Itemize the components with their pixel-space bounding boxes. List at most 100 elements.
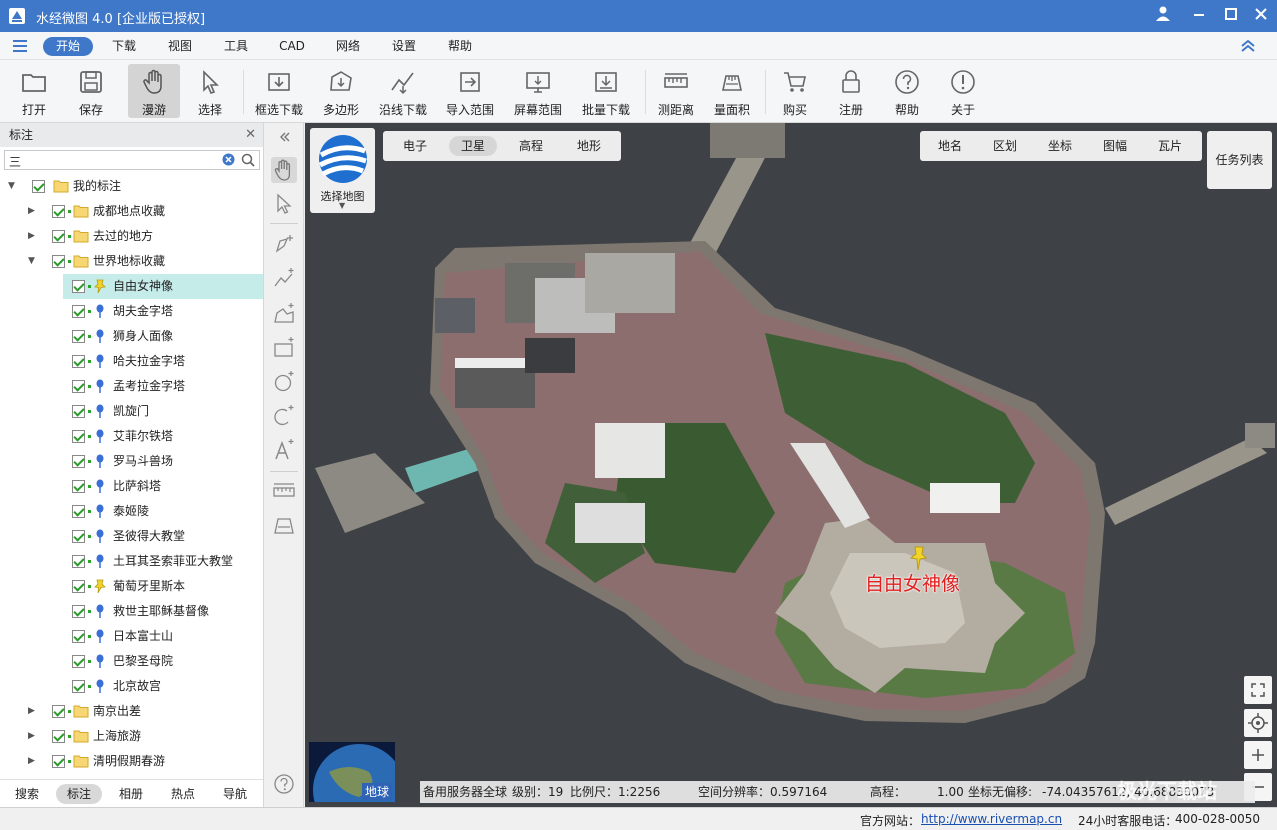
checkbox[interactable] [72, 480, 85, 493]
add-polygon-icon[interactable] [271, 301, 297, 327]
maximize-button[interactable] [1220, 5, 1242, 27]
checkbox[interactable] [72, 330, 85, 343]
checkbox[interactable] [52, 230, 65, 243]
tree-landmark-item[interactable]: 葡萄牙里斯本 [0, 574, 263, 599]
checkbox[interactable] [72, 455, 85, 468]
collapse-panel-icon[interactable] [273, 127, 293, 147]
select-tool-icon[interactable] [271, 191, 297, 217]
checkbox[interactable] [72, 430, 85, 443]
collapse-arrow-icon[interactable]: ▶ [28, 749, 38, 774]
overlay-tiles[interactable]: 瓦片 [1148, 136, 1192, 156]
collapse-arrow-icon[interactable]: ▶ [28, 724, 38, 749]
add-text-icon[interactable] [271, 437, 297, 463]
add-rectangle-icon[interactable] [271, 335, 297, 361]
measure-distance-tool-icon[interactable] [271, 478, 297, 504]
select-map-button[interactable]: 选择地图 ▼ [310, 128, 375, 213]
tree-landmark-item[interactable]: 艾菲尔铁塔 [0, 424, 263, 449]
batch-download-button[interactable]: 批量下载 [580, 64, 632, 118]
collapse-arrow-icon[interactable]: ▶ [28, 199, 38, 224]
close-button[interactable] [1250, 5, 1272, 27]
checkbox[interactable] [72, 580, 85, 593]
overlay-division[interactable]: 区划 [983, 136, 1027, 156]
open-button[interactable]: 打开 [8, 64, 60, 118]
add-circle-icon[interactable] [271, 369, 297, 395]
add-sector-icon[interactable] [271, 403, 297, 429]
tree-landmark-item[interactable]: 比萨斜塔 [0, 474, 263, 499]
zoom-in-icon[interactable] [1244, 741, 1272, 769]
tree-landmark-item[interactable]: 凯旋门 [0, 399, 263, 424]
checkbox[interactable] [32, 180, 45, 193]
checkbox[interactable] [72, 555, 85, 568]
tree-landmark-item[interactable]: 胡夫金字塔 [0, 299, 263, 324]
tab-annotation[interactable]: 标注 [56, 784, 102, 804]
map-type-terrain[interactable]: 地形 [565, 136, 613, 156]
checkbox[interactable] [52, 205, 65, 218]
overlay-placename[interactable]: 地名 [928, 136, 972, 156]
checkbox[interactable] [72, 280, 85, 293]
tree-landmark-item[interactable]: 自由女神像 [63, 274, 263, 299]
checkbox[interactable] [52, 755, 65, 768]
checkbox[interactable] [72, 305, 85, 318]
menu-network[interactable]: 网络 [328, 37, 368, 56]
pushpin-marker-icon[interactable] [909, 545, 929, 571]
checkbox[interactable] [72, 605, 85, 618]
roam-tool-icon[interactable] [271, 157, 297, 183]
tree-folder[interactable]: ▶ 去过的地方 [0, 224, 263, 249]
tree-landmark-item[interactable]: 狮身人面像 [0, 324, 263, 349]
menu-cad[interactable]: CAD [272, 37, 312, 56]
tree-folder[interactable]: ▶ 清明假期春游 [0, 749, 263, 774]
map-type-satellite[interactable]: 卫星 [449, 136, 497, 156]
panel-close-icon[interactable]: ✕ [245, 123, 256, 147]
add-line-icon[interactable] [271, 266, 297, 292]
polygon-button[interactable]: 多边形 [315, 64, 367, 118]
register-button[interactable]: 注册 [825, 64, 877, 118]
tab-navigation[interactable]: 导航 [214, 784, 256, 804]
rect-download-button[interactable]: 框选下载 [253, 64, 305, 118]
help-button[interactable]: 帮助 [881, 64, 933, 118]
tab-search[interactable]: 搜索 [6, 784, 48, 804]
measure-area-button[interactable]: 量面积 [706, 64, 758, 118]
task-list-button[interactable]: 任务列表 [1207, 131, 1272, 189]
checkbox[interactable] [52, 705, 65, 718]
tree-root-my-annotations[interactable]: ▼ 我的标注 [0, 174, 263, 199]
locate-icon[interactable] [1244, 709, 1272, 737]
checkbox[interactable] [72, 505, 85, 518]
tree-landmark-item[interactable]: 罗马斗兽场 [0, 449, 263, 474]
tree-landmark-item[interactable]: 北京故宫 [0, 674, 263, 699]
tree-landmark-item[interactable]: 孟考拉金字塔 [0, 374, 263, 399]
tree-landmark-item[interactable]: 圣彼得大教堂 [0, 524, 263, 549]
checkbox[interactable] [72, 680, 85, 693]
menu-download[interactable]: 下载 [104, 37, 144, 56]
tree-folder[interactable]: ▶ 上海旅游 [0, 724, 263, 749]
add-marker-icon[interactable] [271, 231, 297, 257]
tree-folder[interactable]: ▶ 南京出差 [0, 699, 263, 724]
checkbox[interactable] [72, 655, 85, 668]
screen-range-button[interactable]: 屏幕范围 [512, 64, 564, 118]
checkbox[interactable] [52, 730, 65, 743]
tree-landmark-item[interactable]: 泰姬陵 [0, 499, 263, 524]
overlay-sheet[interactable]: 图幅 [1093, 136, 1137, 156]
tab-album[interactable]: 相册 [110, 784, 152, 804]
minimize-button[interactable] [1188, 5, 1210, 27]
tree-folder[interactable]: ▼ 世界地标收藏 [0, 249, 263, 274]
globe-thumbnail[interactable]: 地球 [309, 742, 395, 802]
line-download-button[interactable]: 沿线下载 [377, 64, 429, 118]
user-icon[interactable] [1152, 5, 1174, 27]
overlay-coordinates[interactable]: 坐标 [1038, 136, 1082, 156]
checkbox[interactable] [72, 405, 85, 418]
about-button[interactable]: 关于 [937, 64, 989, 118]
checkbox[interactable] [52, 255, 65, 268]
collapse-arrow-icon[interactable]: ▶ [28, 699, 38, 724]
import-range-button[interactable]: 导入范围 [444, 64, 496, 118]
search-icon[interactable] [241, 153, 255, 170]
site-link[interactable]: http://www.rivermap.cn [921, 812, 1062, 826]
tree-landmark-item[interactable]: 日本富士山 [0, 624, 263, 649]
menu-tools[interactable]: 工具 [216, 37, 256, 56]
tree-landmark-item[interactable]: 巴黎圣母院 [0, 649, 263, 674]
menu-help[interactable]: 帮助 [440, 37, 480, 56]
map-type-elevation[interactable]: 高程 [507, 136, 555, 156]
expand-arrow-icon[interactable]: ▼ [28, 249, 38, 274]
checkbox[interactable] [72, 380, 85, 393]
clear-search-icon[interactable] [222, 153, 235, 169]
expand-arrow-icon[interactable]: ▼ [8, 174, 18, 199]
